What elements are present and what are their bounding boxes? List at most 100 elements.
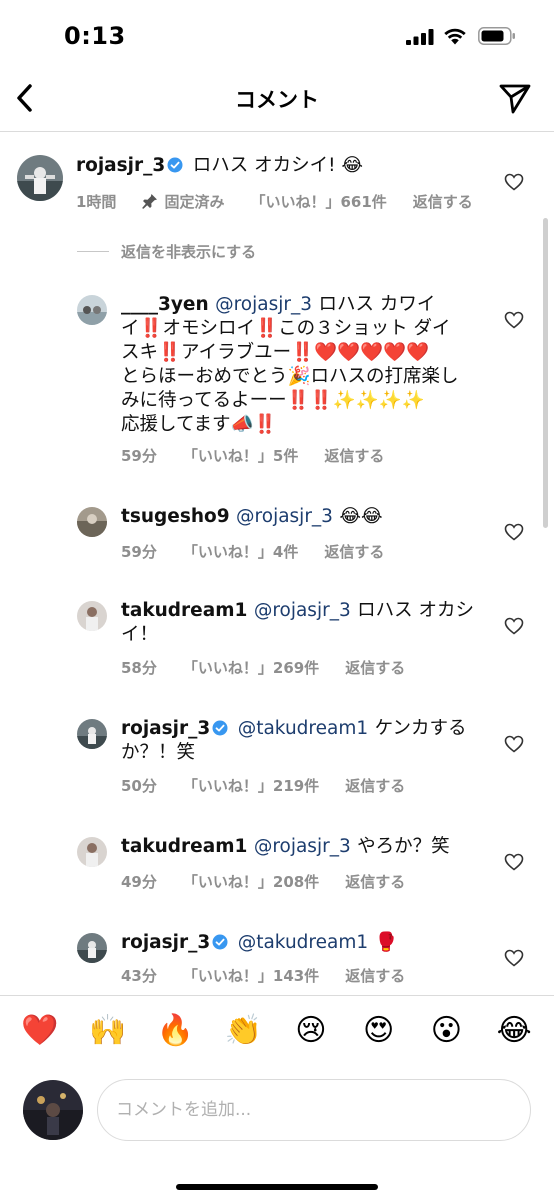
status-bar: 0:13 (0, 0, 554, 70)
reply-button[interactable]: 返信する (324, 445, 384, 466)
mention-link[interactable]: @rojasjr_3 (254, 600, 351, 621)
avatar[interactable] (77, 719, 107, 749)
comment-meta: 49分 「いいね！」208件 返信する (121, 871, 431, 892)
my-avatar (23, 1080, 83, 1140)
mention-link[interactable]: @rojasjr_3 (215, 294, 312, 315)
comment-meta: 59分 「いいね！」4件 返信する (121, 541, 410, 562)
comment-text: ____3yen @rojasjr_3 ロハス カワイ イ‼️オモシロイ‼️この… (121, 293, 501, 437)
comment-text: rojasjr_3 @takudream1 ケンカする か？！笑 (121, 717, 501, 765)
home-indicator (176, 1184, 378, 1190)
scrollbar[interactable] (543, 218, 548, 528)
comment-body: ロハス カワイ (318, 294, 436, 315)
comment-meta: 59分 「いいね！」5件 返信する (121, 445, 410, 466)
comment-input[interactable] (97, 1079, 531, 1141)
comment-time: 43分 (121, 967, 157, 985)
comment-body: ロハス オカシ (357, 600, 475, 621)
comment-body: やろか？笑 (357, 836, 450, 857)
direct-send-icon[interactable] (498, 82, 532, 114)
comment-body: イ！ (121, 624, 159, 645)
comment-body: ロハス オカシイ! 😂 (192, 155, 364, 176)
heart-icon[interactable] (504, 949, 524, 967)
nav-bar: コメント (0, 70, 554, 132)
reply-button[interactable]: 返信する (345, 657, 405, 678)
heart-icon[interactable] (504, 853, 524, 871)
mention-link[interactable]: @takudream1 (238, 932, 368, 953)
reply-button[interactable]: 返信する (345, 965, 405, 986)
avatar[interactable] (17, 155, 63, 201)
reply-button[interactable]: 返信する (345, 871, 405, 892)
verified-badge-icon (167, 157, 183, 173)
reply-button[interactable]: 返信する (324, 541, 384, 562)
emoji-heart-eyes-button[interactable]: 😍 (355, 1013, 403, 1048)
comment-time: 1時間 (76, 193, 117, 211)
wifi-icon (444, 28, 466, 45)
comment-time: 59分 (121, 447, 157, 465)
emoji-laugh-button[interactable]: 😂 (490, 1013, 538, 1048)
comment-username[interactable]: ____3yen (121, 294, 209, 315)
avatar[interactable] (77, 601, 107, 631)
comment-body: 😂😂 (339, 506, 383, 527)
avatar[interactable] (77, 507, 107, 537)
heart-icon[interactable] (504, 617, 524, 635)
pinned-label: 固定済み (142, 191, 224, 212)
heart-icon[interactable] (504, 173, 524, 191)
comment-body: みに待ってるよーー‼️‼️✨✨✨✨ (121, 390, 425, 411)
comment-body: 応援してます📣‼️ (121, 414, 277, 435)
mention-link[interactable]: @rojasjr_3 (236, 506, 333, 527)
battery-icon (478, 27, 515, 45)
like-count[interactable]: 「いいね！」269件 (183, 657, 319, 678)
emoji-clap-button[interactable]: 👏 (219, 1013, 267, 1048)
heart-icon[interactable] (504, 523, 524, 541)
emoji-surprised-button[interactable]: 😮 (422, 1013, 470, 1048)
page-title: コメント (235, 88, 319, 112)
avatar[interactable] (77, 933, 107, 963)
comment-meta: 43分 「いいね！」143件 返信する (121, 965, 431, 986)
comment-username[interactable]: rojasjr_3 (121, 932, 210, 953)
emoji-quick-bar: ❤️ 🙌 🔥 👏 😢 😍 😮 😂 (0, 995, 554, 1065)
comment-time: 58分 (121, 659, 157, 677)
reply-button[interactable]: 返信する (345, 775, 405, 796)
comment-meta: 58分 「いいね！」269件 返信する (121, 657, 431, 678)
comment-time: 59分 (121, 543, 157, 561)
comment-username[interactable]: takudream1 (121, 600, 247, 621)
comment-text: takudream1 @rojasjr_3 ロハス オカシ イ！ (121, 599, 501, 647)
comment-username[interactable]: takudream1 (121, 836, 247, 857)
like-count[interactable]: 「いいね！」5件 (183, 445, 298, 466)
like-count[interactable]: 「いいね！」661件 (250, 191, 386, 212)
like-count[interactable]: 「いいね！」143件 (183, 965, 319, 986)
reply-button[interactable]: 返信する (413, 191, 473, 212)
comment-text: rojasjr_3 ロハス オカシイ! 😂 (76, 154, 496, 178)
avatar[interactable] (77, 837, 107, 867)
comment-username[interactable]: rojasjr_3 (121, 718, 210, 739)
emoji-raised-hands-button[interactable]: 🙌 (84, 1013, 132, 1048)
comment-username[interactable]: tsugesho9 (121, 506, 230, 527)
comment-text: rojasjr_3 @takudream1 🥊 (121, 931, 501, 955)
comment-list[interactable]: rojasjr_3 ロハス オカシイ! 😂 1時間 固定済み 「いいね！」661… (0, 133, 554, 995)
comment-meta: 1時間 固定済み 「いいね！」661件 返信する (76, 191, 499, 212)
like-count[interactable]: 「いいね！」219件 (183, 775, 319, 796)
comment-time: 50分 (121, 777, 157, 795)
mention-link[interactable]: @rojasjr_3 (254, 836, 351, 857)
comment-text: tsugesho9 @rojasjr_3 😂😂 (121, 505, 501, 529)
comment-text: takudream1 @rojasjr_3 やろか？笑 (121, 835, 501, 859)
comment-body: イ‼️オモシロイ‼️この３ショット ダイ (121, 318, 451, 339)
emoji-fire-button[interactable]: 🔥 (151, 1013, 199, 1048)
comment-meta: 50分 「いいね！」219件 返信する (121, 775, 431, 796)
comment-time: 49分 (121, 873, 157, 891)
heart-icon[interactable] (504, 735, 524, 753)
comment-username[interactable]: rojasjr_3 (76, 155, 165, 176)
like-count[interactable]: 「いいね！」208件 (183, 871, 319, 892)
comment-body: とらほーおめでとう🎉ロハスの打席楽し (121, 366, 459, 387)
avatar[interactable] (77, 295, 107, 325)
divider (77, 251, 109, 252)
like-count[interactable]: 「いいね！」4件 (183, 541, 298, 562)
verified-badge-icon (212, 720, 228, 736)
mention-link[interactable]: @takudream1 (238, 718, 368, 739)
status-time: 0:13 (64, 22, 126, 50)
heart-icon[interactable] (504, 311, 524, 329)
comment-body: 🥊 (374, 932, 398, 953)
hide-replies-button[interactable]: 返信を非表示にする (77, 241, 256, 262)
emoji-cry-button[interactable]: 😢 (287, 1013, 335, 1048)
emoji-heart-button[interactable]: ❤️ (16, 1013, 64, 1048)
cellular-signal-icon (406, 29, 434, 45)
